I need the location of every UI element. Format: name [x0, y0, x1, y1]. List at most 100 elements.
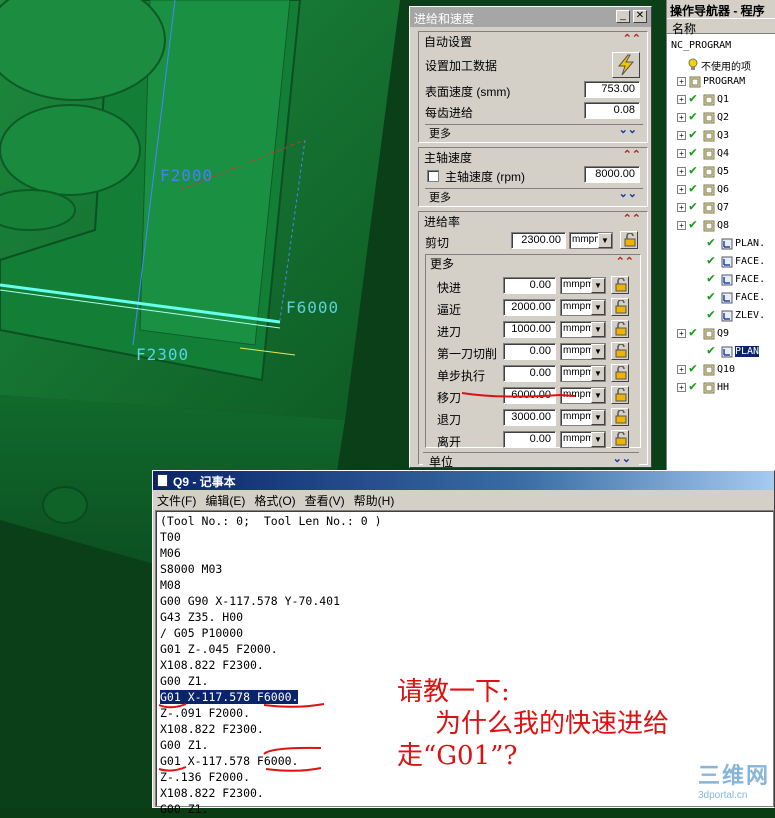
set-machining-data-button[interactable]: [612, 52, 640, 78]
feed-approach-lock-button[interactable]: [611, 298, 629, 316]
surface-speed-input[interactable]: 753.00: [584, 81, 640, 98]
tree-item[interactable]: ✔ FACE.: [667, 290, 775, 306]
tree-item[interactable]: + ✔ Q10: [667, 362, 775, 378]
program-folder-icon: [703, 130, 715, 142]
navigator-column-name[interactable]: 名称: [667, 18, 775, 36]
feed-first-cut-lock-button[interactable]: [611, 342, 629, 360]
feed-per-tooth-input[interactable]: 0.08: [584, 102, 640, 119]
tree-item[interactable]: NC_PROGRAM: [667, 38, 775, 54]
check-icon: ✔: [707, 271, 715, 286]
menu-file[interactable]: 文件(F): [157, 492, 196, 508]
operation-icon: [721, 346, 733, 358]
feed-rapid-lock-button[interactable]: [611, 276, 629, 294]
cut-lock-button[interactable]: [620, 231, 638, 249]
feed-departure-unit-select[interactable]: mmpm ▼: [560, 431, 606, 448]
collapse-chevron-icon[interactable]: ⌃⌃: [623, 148, 641, 161]
dropdown-arrow-icon[interactable]: ▼: [591, 344, 605, 359]
feed-retract-unit-select[interactable]: mmpm ▼: [560, 409, 606, 426]
tree-item[interactable]: ✔ PLAN.: [667, 236, 775, 252]
feed-engage-input[interactable]: 1000.00: [503, 321, 556, 338]
expand-icon[interactable]: +: [677, 131, 686, 140]
expand-icon[interactable]: +: [677, 77, 686, 86]
tree-item[interactable]: + ✔ Q9: [667, 326, 775, 342]
spindle-speed-input[interactable]: 8000.00: [584, 166, 640, 183]
feed-departure-lock-button[interactable]: [611, 430, 629, 448]
expand-icon[interactable]: +: [677, 149, 686, 158]
expand-icon[interactable]: +: [677, 167, 686, 176]
tree-item[interactable]: + ✔ Q5: [667, 164, 775, 180]
feed-rapid-unit-select[interactable]: mmpm ▼: [560, 277, 606, 294]
tree-item[interactable]: 不使用的项: [667, 56, 775, 73]
expand-icon[interactable]: +: [677, 95, 686, 104]
program-folder-icon: [703, 220, 715, 232]
dialog-titlebar[interactable]: 进给和速度 _ ✕: [410, 7, 651, 27]
tree-item[interactable]: + ✔ Q6: [667, 182, 775, 198]
feed-rapid-input[interactable]: 0.00: [503, 277, 556, 294]
close-button[interactable]: ✕: [633, 10, 647, 23]
feed-stepover-lock-button[interactable]: [611, 364, 629, 382]
feed-engage-unit-select[interactable]: mmpm ▼: [560, 321, 606, 338]
tree-item[interactable]: + ✔ Q1: [667, 92, 775, 108]
tree-item[interactable]: ✔ ZLEV.: [667, 308, 775, 324]
dropdown-arrow-icon[interactable]: ▼: [591, 410, 605, 425]
feed-approach-input[interactable]: 2000.00: [503, 299, 556, 316]
feed-approach-unit-select[interactable]: mmpm ▼: [560, 299, 606, 316]
expand-icon[interactable]: +: [677, 383, 686, 392]
program-folder-icon: [703, 148, 715, 160]
expand-icon[interactable]: +: [677, 329, 686, 338]
collapse-chevron-icon[interactable]: ⌃⌃: [623, 32, 641, 45]
feed-engage-lock-button[interactable]: [611, 320, 629, 338]
tree-item[interactable]: ✔ FACE.: [667, 272, 775, 288]
feed-stepover-input[interactable]: 0.00: [503, 365, 556, 382]
tree-item[interactable]: ✔ FACE.: [667, 254, 775, 270]
dropdown-arrow-icon[interactable]: ▼: [591, 300, 605, 315]
expand-icon[interactable]: +: [677, 113, 686, 122]
expand-chevron-icon[interactable]: ⌄⌄: [619, 187, 637, 200]
dropdown-arrow-icon[interactable]: ▼: [591, 322, 605, 337]
tree-item[interactable]: + ✔ Q8: [667, 218, 775, 234]
minimize-button[interactable]: _: [616, 10, 630, 23]
units-bar[interactable]: 单位 ⌄⌄: [423, 452, 639, 469]
dropdown-arrow-icon[interactable]: ▼: [591, 278, 605, 293]
watermark-url: 3dportal.cn: [698, 790, 748, 801]
feed-first-cut-unit-select[interactable]: mmpm ▼: [560, 343, 606, 360]
check-icon: ✔: [689, 91, 697, 106]
menu-help[interactable]: 帮助(H): [354, 492, 395, 508]
feed-stepover-unit-select[interactable]: mmpm ▼: [560, 365, 606, 382]
expand-chevron-icon[interactable]: ⌄⌄: [619, 123, 637, 136]
feed-traversal-lock-button[interactable]: [611, 386, 629, 404]
tree-item[interactable]: + ✔ Q7: [667, 200, 775, 216]
feed-retract-lock-button[interactable]: [611, 408, 629, 426]
menu-view[interactable]: 查看(V): [305, 492, 345, 508]
auto-more-bar[interactable]: 更多 ⌄⌄: [425, 123, 643, 140]
cut-unit-select[interactable]: mmpm ▼: [569, 232, 613, 249]
dropdown-arrow-icon[interactable]: ▼: [598, 233, 612, 248]
dropdown-arrow-icon[interactable]: ▼: [591, 388, 605, 403]
expand-icon[interactable]: +: [677, 365, 686, 374]
feed-retract-input[interactable]: 3000.00: [503, 409, 556, 426]
dialog-title: 进给和速度: [414, 12, 475, 26]
tree-item[interactable]: + ✔ Q3: [667, 128, 775, 144]
tree-item[interactable]: + ✔ HH: [667, 380, 775, 396]
feed-first-cut-input[interactable]: 0.00: [503, 343, 556, 360]
cut-feed-input[interactable]: 2300.00: [511, 232, 566, 249]
expand-icon[interactable]: +: [677, 185, 686, 194]
feed-departure-input[interactable]: 0.00: [503, 431, 556, 448]
tree-item[interactable]: + PROGRAM: [667, 74, 775, 90]
dropdown-arrow-icon[interactable]: ▼: [591, 432, 605, 447]
menu-edit[interactable]: 编辑(E): [205, 492, 245, 508]
collapse-chevron-icon[interactable]: ⌃⌃: [616, 255, 634, 268]
unit-value: mmpm: [563, 345, 594, 356]
menu-format[interactable]: 格式(O): [254, 492, 295, 508]
tree-item[interactable]: + ✔ Q4: [667, 146, 775, 162]
expand-icon[interactable]: +: [677, 203, 686, 212]
spindle-speed-checkbox[interactable]: [427, 170, 439, 182]
expand-chevron-icon[interactable]: ⌄⌄: [613, 452, 631, 465]
spindle-more-bar[interactable]: 更多 ⌄⌄: [425, 187, 643, 204]
expand-icon[interactable]: +: [677, 221, 686, 230]
notepad-titlebar[interactable]: Q9 - 记事本: [153, 471, 774, 490]
tree-item[interactable]: ✔ PLAN: [667, 344, 775, 360]
tree-item[interactable]: + ✔ Q2: [667, 110, 775, 126]
dropdown-arrow-icon[interactable]: ▼: [591, 366, 605, 381]
collapse-chevron-icon[interactable]: ⌃⌃: [623, 212, 641, 225]
